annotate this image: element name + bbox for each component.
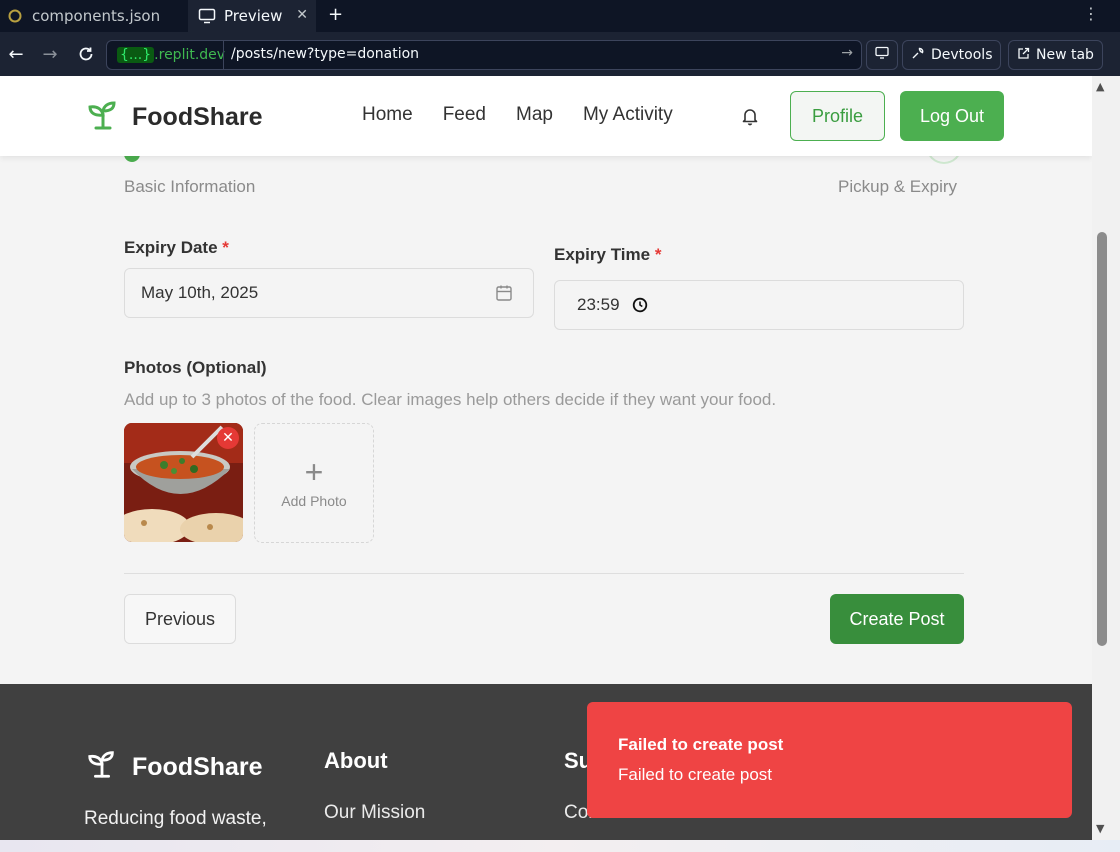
previous-button[interactable]: Previous [124, 594, 236, 644]
device-preview-button[interactable] [866, 40, 898, 70]
tab-label: components.json [32, 7, 161, 25]
main-nav: Home Feed Map My Activity [362, 104, 673, 126]
scroll-up-icon[interactable]: ▲ [1096, 80, 1104, 93]
url-path: /posts/new?type=donation [231, 46, 420, 62]
create-post-button[interactable]: Create Post [830, 594, 964, 644]
required-mark: * [654, 245, 662, 264]
monitor-icon [875, 46, 889, 64]
add-photo-label: Add Photo [281, 493, 347, 509]
expiry-date-label: Expiry Date * [124, 238, 229, 258]
back-arrow-icon[interactable]: ← [4, 42, 28, 66]
go-arrow-icon[interactable]: → [841, 45, 853, 61]
expiry-time-input[interactable]: 23:59 [554, 280, 964, 330]
site-header: FoodShare Home Feed Map My Activity Prof… [0, 76, 1092, 156]
sprout-icon [86, 748, 118, 787]
devtools-button[interactable]: Devtools [902, 40, 1002, 70]
add-photo-button[interactable]: + Add Photo [254, 423, 374, 543]
nav-map[interactable]: Map [516, 104, 553, 126]
wrench-icon [911, 46, 925, 64]
browser-tab-bar: components.json Preview ✕ + ⋮ [0, 0, 1120, 32]
toast-description: Failed to create post [618, 765, 773, 784]
tab-label: Preview [224, 7, 283, 25]
logout-button[interactable]: Log Out [900, 91, 1004, 141]
expiry-date-picker[interactable]: May 10th, 2025 [124, 268, 534, 318]
close-icon[interactable]: ✕ [296, 7, 308, 23]
forward-arrow-icon[interactable]: → [38, 42, 62, 66]
footer-tagline: Reducing food waste, [84, 808, 267, 829]
url-separator [223, 41, 224, 69]
new-tab-plus-icon[interactable]: + [328, 4, 343, 25]
plus-icon: + [304, 454, 324, 490]
scroll-down-icon[interactable]: ▼ [1096, 822, 1104, 835]
tab-preview[interactable]: Preview ✕ [188, 0, 316, 32]
file-icon [6, 7, 24, 25]
required-mark: * [222, 238, 229, 257]
clock-icon[interactable] [632, 297, 648, 313]
nav-feed[interactable]: Feed [443, 104, 486, 126]
footer-brand[interactable]: FoodShare [86, 748, 263, 787]
new-tab-label: New tab [1036, 47, 1094, 63]
nav-home[interactable]: Home [362, 104, 413, 126]
scrollbar-thumb[interactable] [1097, 232, 1107, 646]
new-tab-button[interactable]: New tab [1008, 40, 1103, 70]
devtools-label: Devtools [931, 47, 993, 63]
expiry-date-value: May 10th, 2025 [141, 283, 259, 302]
bell-icon[interactable] [740, 106, 760, 130]
bottom-strip [0, 840, 1120, 852]
step-label-pickup-expiry: Pickup & Expiry [838, 177, 958, 196]
photo-thumbnail: ✕ [124, 423, 243, 542]
photos-hint: Add up to 3 photos of the food. Clear im… [124, 390, 777, 409]
form-divider [124, 573, 964, 574]
footer-brand-name: FoodShare [132, 753, 263, 781]
url-host: {...} .replit.dev [113, 44, 229, 66]
brand-name: FoodShare [132, 102, 263, 131]
expiry-time-label-text: Expiry Time [554, 245, 651, 264]
footer-about-heading: About [324, 748, 388, 773]
expiry-time-value: 23:59 [577, 295, 620, 314]
remove-photo-icon[interactable]: ✕ [217, 427, 239, 449]
url-host-domain: .replit.dev [154, 47, 226, 63]
photos-label: Photos (Optional) [124, 358, 267, 377]
external-link-icon [1017, 47, 1030, 64]
url-host-brace: {...} [117, 47, 155, 63]
error-toast[interactable]: Failed to create post Failed to create p… [587, 702, 1072, 818]
reload-icon[interactable] [74, 42, 98, 66]
brand-logo[interactable]: FoodShare [86, 98, 263, 136]
step-label-basic-info: Basic Information [124, 177, 256, 196]
expiry-time-label: Expiry Time * [554, 245, 661, 265]
url-field[interactable]: {...} .replit.dev /posts/new?type=donatio… [106, 40, 862, 70]
toast-title: Failed to create post [618, 735, 784, 754]
sprout-icon [86, 98, 120, 136]
footer-link-our-mission[interactable]: Our Mission [324, 802, 425, 824]
tab-components-json[interactable]: components.json [0, 0, 188, 32]
profile-button[interactable]: Profile [790, 91, 885, 141]
nav-my-activity[interactable]: My Activity [583, 104, 673, 126]
kebab-menu-icon[interactable]: ⋮ [1083, 4, 1099, 23]
calendar-icon [495, 284, 513, 307]
monitor-icon [198, 7, 216, 25]
browser-toolbar: ← → {...} .replit.dev /posts/new?type=don… [0, 32, 1120, 76]
expiry-date-label-text: Expiry Date [124, 238, 218, 257]
